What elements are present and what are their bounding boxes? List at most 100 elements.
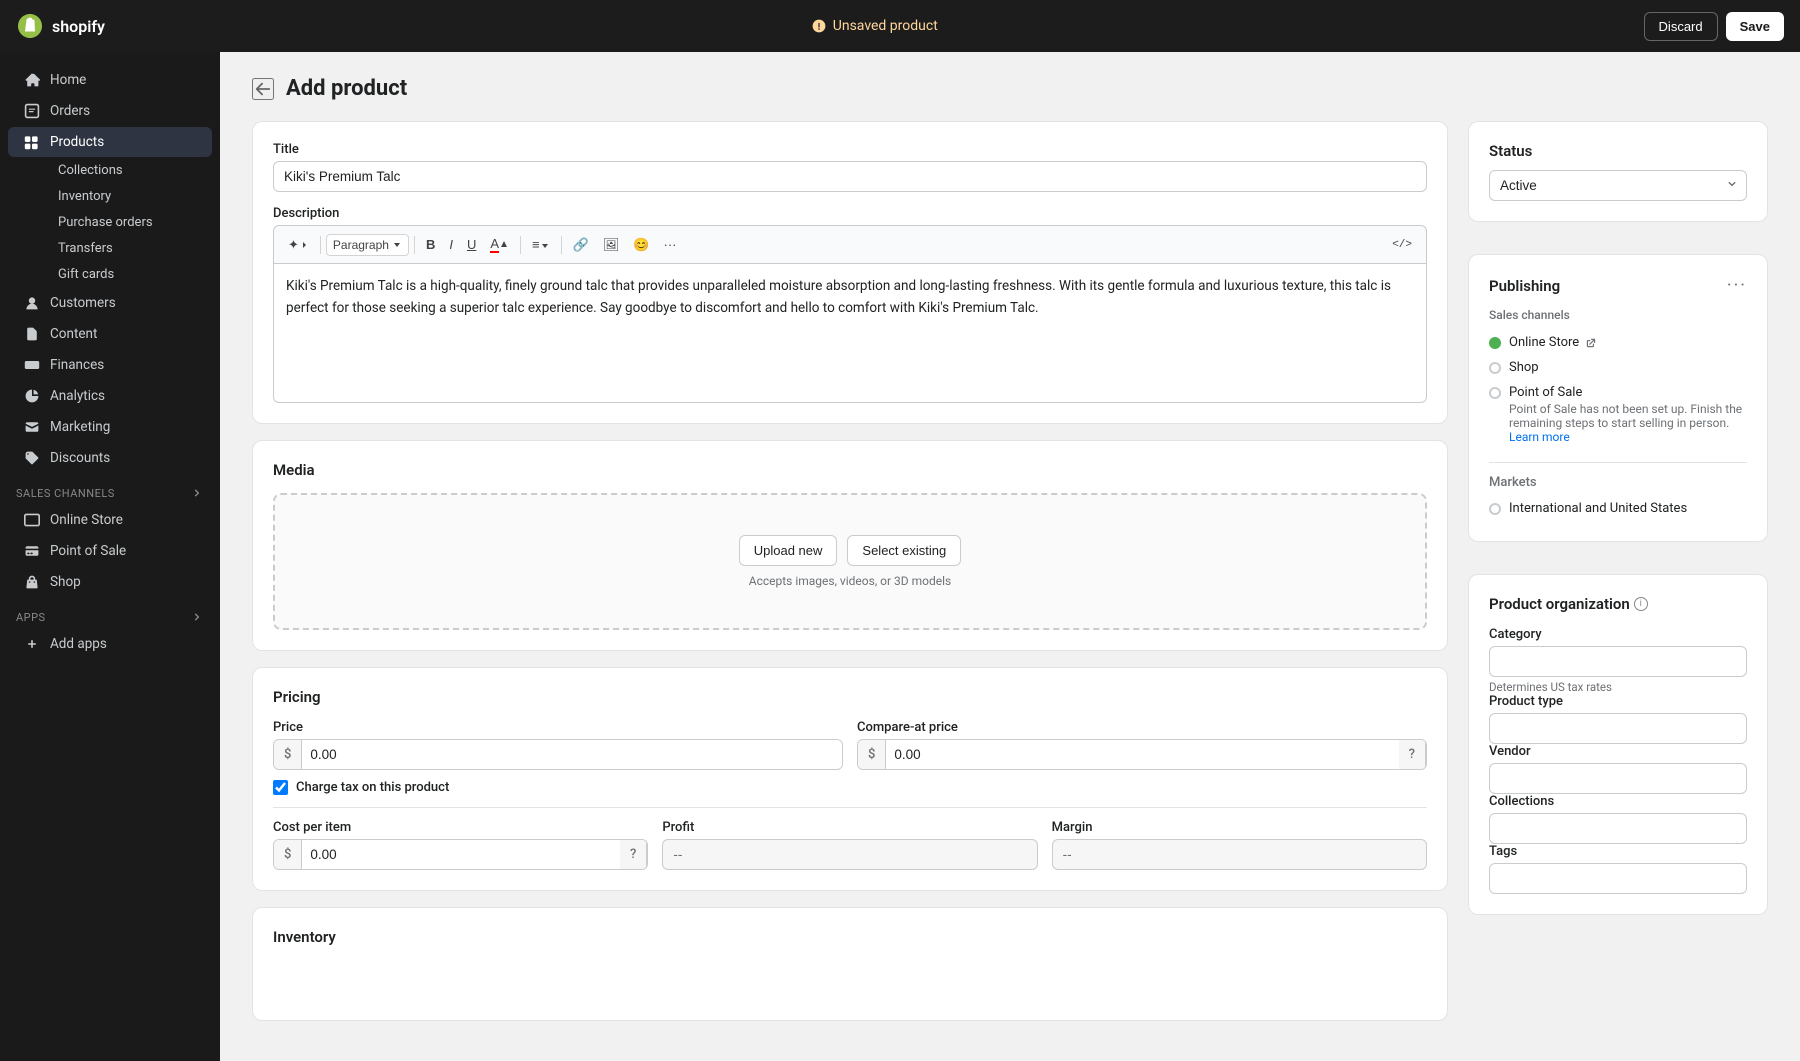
pricing-title: Pricing xyxy=(273,688,1427,706)
collections-input[interactable] xyxy=(1489,813,1747,844)
sidebar-item-transfers[interactable]: Transfers xyxy=(48,236,212,261)
category-input[interactable] xyxy=(1489,646,1747,677)
sidebar-item-shop[interactable]: Shop xyxy=(8,567,212,597)
compare-price-input[interactable] xyxy=(886,740,1398,769)
toolbar-divider-2 xyxy=(414,236,415,254)
publishing-header: Publishing ··· xyxy=(1489,275,1747,296)
sidebar-item-label: Shop xyxy=(50,574,81,590)
emoji-btn[interactable]: 😊 xyxy=(627,233,655,257)
sales-channels-section-label: Sales channels xyxy=(0,474,220,504)
more-btn[interactable]: ··· xyxy=(658,233,683,256)
underline-btn[interactable]: U xyxy=(461,233,482,256)
sidebar-item-collections[interactable]: Collections xyxy=(48,158,212,183)
margin-field: Margin xyxy=(1052,820,1427,870)
upload-new-button[interactable]: Upload new xyxy=(739,535,838,566)
bold-btn[interactable]: B xyxy=(420,233,441,256)
media-title: Media xyxy=(273,461,1427,479)
product-org-header: Product organization i xyxy=(1489,595,1747,613)
learn-more-link[interactable]: Learn more xyxy=(1509,430,1570,444)
product-org-info-icon[interactable]: i xyxy=(1634,597,1648,611)
image-btn[interactable]: 🖼 xyxy=(597,233,626,257)
title-input[interactable] xyxy=(273,161,1427,192)
topnav-actions: Discard Save xyxy=(1644,12,1784,41)
title-description-card: Title Description ✦ Paragraph xyxy=(252,121,1448,424)
tags-label: Tags xyxy=(1489,844,1747,859)
sidebar-item-label: Orders xyxy=(50,103,90,119)
publishing-card: Publishing ··· Sales channels Online Sto… xyxy=(1468,254,1768,542)
italic-btn[interactable]: I xyxy=(443,233,459,256)
media-card: Media Upload new Select existing Accepts… xyxy=(252,440,1448,651)
price-currency: $ xyxy=(274,740,302,769)
collections-field: Collections xyxy=(1489,794,1747,844)
sidebar: Home Orders Products Collections Invento… xyxy=(0,52,220,1061)
unsaved-label: Unsaved product xyxy=(833,18,938,34)
sidebar-item-purchase-orders[interactable]: Purchase orders xyxy=(48,210,212,235)
magic-btn[interactable]: ✦ xyxy=(282,233,315,257)
channel-list: Online Store Shop xyxy=(1489,330,1747,450)
charge-tax-checkbox[interactable] xyxy=(273,780,288,795)
tags-input[interactable] xyxy=(1489,863,1747,894)
category-label: Category xyxy=(1489,627,1747,642)
markets-section: Markets International and United States xyxy=(1489,475,1747,521)
markets-label: Markets xyxy=(1489,475,1747,490)
sidebar-item-inventory[interactable]: Inventory xyxy=(48,184,212,209)
price-input[interactable] xyxy=(302,740,842,769)
logo-text: shopify xyxy=(52,17,105,36)
description-editor[interactable]: Kiki's Premium Talc is a high-quality, f… xyxy=(273,263,1427,403)
product-type-field: Product type xyxy=(1489,694,1747,744)
sidebar-item-marketing[interactable]: Marketing xyxy=(8,412,212,442)
sidebar-item-content[interactable]: Content xyxy=(8,319,212,349)
description-field: Description ✦ Paragraph B I U xyxy=(273,206,1427,403)
sidebar-item-point-of-sale[interactable]: Point of Sale xyxy=(8,536,212,566)
sidebar-item-label: Online Store xyxy=(50,512,123,528)
link-btn[interactable]: 🔗 xyxy=(567,233,595,257)
price-input-wrapper: $ xyxy=(273,739,843,770)
compare-price-label: Compare-at price xyxy=(857,720,1427,735)
page-title: Add product xyxy=(286,76,407,101)
publishing-options-btn[interactable]: ··· xyxy=(1727,275,1747,296)
code-btn[interactable]: </> xyxy=(1386,235,1418,255)
vendor-field: Vendor xyxy=(1489,744,1747,794)
channel-name: Shop xyxy=(1509,360,1539,375)
media-drop-zone[interactable]: Upload new Select existing Accepts image… xyxy=(273,493,1427,630)
sidebar-item-finances[interactable]: Finances xyxy=(8,350,212,380)
sidebar-item-add-apps[interactable]: Add apps xyxy=(8,629,212,659)
margin-label: Margin xyxy=(1052,820,1427,835)
sidebar-item-label: Analytics xyxy=(50,388,105,404)
product-type-input[interactable] xyxy=(1489,713,1747,744)
sidebar-item-customers[interactable]: Customers xyxy=(8,288,212,318)
sidebar-item-gift-cards[interactable]: Gift cards xyxy=(48,262,212,287)
sidebar-item-home[interactable]: Home xyxy=(8,65,212,95)
publishing-divider xyxy=(1489,462,1747,463)
back-button[interactable] xyxy=(252,78,274,100)
sidebar-item-analytics[interactable]: Analytics xyxy=(8,381,212,411)
category-field: Category Determines US tax rates xyxy=(1489,627,1747,694)
charge-tax-label[interactable]: Charge tax on this product xyxy=(296,780,449,795)
paragraph-btn[interactable]: Paragraph xyxy=(326,234,409,256)
title-label: Title xyxy=(273,142,1427,157)
select-existing-button[interactable]: Select existing xyxy=(847,535,961,566)
product-organization-card: Product organization i Category Determin… xyxy=(1468,574,1768,915)
cost-currency: $ xyxy=(274,840,302,869)
markets-item: International and United States xyxy=(1489,496,1747,521)
sidebar-item-label: Home xyxy=(50,72,86,88)
sidebar-item-discounts[interactable]: Discounts xyxy=(8,443,212,473)
channel-item-shop: Shop xyxy=(1489,355,1747,380)
status-select[interactable]: Active Draft xyxy=(1489,170,1747,201)
save-button[interactable]: Save xyxy=(1726,12,1784,41)
sidebar-item-label: Discounts xyxy=(50,450,110,466)
sidebar-item-online-store[interactable]: Online Store xyxy=(8,505,212,535)
align-btn[interactable]: ≡ xyxy=(526,233,556,256)
text-color-btn[interactable]: A xyxy=(484,232,515,257)
cost-input-wrapper: $ ? xyxy=(273,839,648,870)
unsaved-notice: Unsaved product xyxy=(811,18,938,34)
vendor-input[interactable] xyxy=(1489,763,1747,794)
category-hint: Determines US tax rates xyxy=(1489,680,1747,694)
sidebar-item-orders[interactable]: Orders xyxy=(8,96,212,126)
channel-pos-note: Point of Sale has not been set up. Finis… xyxy=(1509,402,1747,430)
discard-button[interactable]: Discard xyxy=(1644,12,1718,41)
channel-status-dot xyxy=(1489,362,1501,374)
sidebar-item-products[interactable]: Products xyxy=(8,127,212,157)
product-org-title: Product organization xyxy=(1489,595,1630,613)
cost-input[interactable] xyxy=(302,840,620,869)
